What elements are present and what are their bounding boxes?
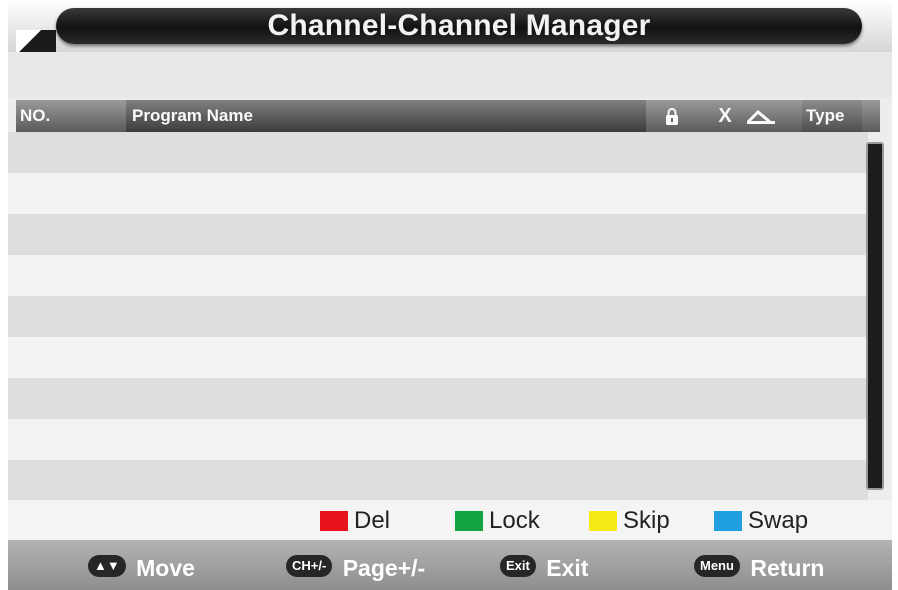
column-type: Type xyxy=(802,100,862,132)
footer-label: Return xyxy=(750,554,825,581)
channel-list[interactable] xyxy=(8,132,892,501)
legend-label: Del xyxy=(354,507,391,534)
red-key-swatch xyxy=(320,511,348,531)
legend-label: Swap xyxy=(748,507,809,534)
column-no: NO. xyxy=(20,106,51,125)
table-row[interactable] xyxy=(8,378,868,419)
skip-icon xyxy=(746,100,790,132)
table-row[interactable] xyxy=(8,460,868,501)
exit-key-icon: Exit xyxy=(500,554,536,577)
title-bar: Channel-Channel Manager xyxy=(8,0,892,52)
footer-move: ▲▼ Move xyxy=(88,552,195,581)
lock-icon xyxy=(656,100,688,132)
green-key-swatch xyxy=(455,511,483,531)
table-row[interactable] xyxy=(8,173,868,214)
ch-key-icon: CH+/- xyxy=(286,554,333,577)
blue-key-swatch xyxy=(714,511,742,531)
title-decoration xyxy=(16,30,56,52)
column-program-name: Program Name xyxy=(126,100,646,132)
footer-label: Move xyxy=(136,554,195,581)
info-strip xyxy=(8,52,892,98)
table-row[interactable] xyxy=(8,419,868,460)
table-header: NO. Program Name X Type xyxy=(16,100,880,132)
yellow-key-swatch xyxy=(589,511,617,531)
menu-key-icon: Menu xyxy=(694,554,740,577)
arrow-keys-icon: ▲▼ xyxy=(88,554,126,577)
table-row[interactable] xyxy=(8,337,868,378)
color-key-legend: Del Lock Skip Swap xyxy=(8,500,892,540)
footer-label: Exit xyxy=(546,554,589,581)
legend-label: Skip xyxy=(623,507,670,534)
table-row[interactable] xyxy=(8,296,868,337)
footer-page: CH+/- Page+/- xyxy=(286,552,426,581)
footer-return: Menu Return xyxy=(694,552,825,581)
page-title: Channel-Channel Manager xyxy=(56,8,862,44)
footer-label: Page+/- xyxy=(342,554,426,581)
column-delete: X xyxy=(718,105,732,127)
legend-label: Lock xyxy=(489,507,540,534)
footer-nav: ▲▼ Move CH+/- Page+/- Exit Exit Menu Ret… xyxy=(8,540,892,590)
table-row[interactable] xyxy=(8,214,868,255)
table-row[interactable] xyxy=(8,255,868,296)
scrollbar[interactable] xyxy=(866,142,884,490)
footer-exit: Exit Exit xyxy=(500,552,589,581)
table-row[interactable] xyxy=(8,132,868,173)
